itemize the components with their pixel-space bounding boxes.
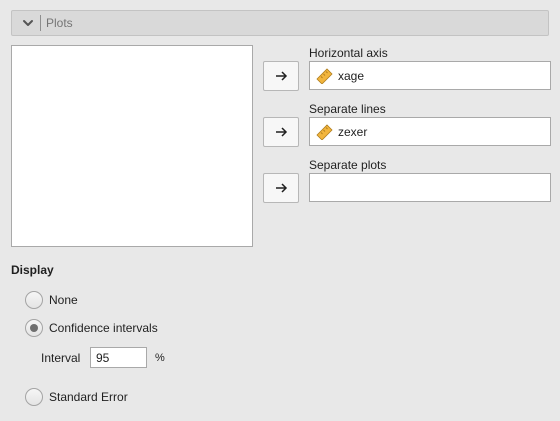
- horizontal-axis-box[interactable]: xage: [309, 61, 551, 90]
- header-divider: [40, 15, 41, 31]
- horizontal-axis-variable[interactable]: xage: [338, 69, 364, 83]
- move-to-horizontal-axis-button[interactable]: [263, 61, 299, 91]
- plots-section-header[interactable]: Plots: [11, 10, 549, 36]
- ruler-scale-icon: [316, 124, 333, 140]
- chevron-down-icon[interactable]: [21, 16, 35, 30]
- ruler-scale-icon: [316, 68, 333, 84]
- interval-input[interactable]: [90, 347, 147, 368]
- move-to-separate-plots-button[interactable]: [263, 173, 299, 203]
- horizontal-axis-label: Horizontal axis: [309, 46, 388, 60]
- interval-label: Interval: [41, 351, 81, 365]
- arrow-right-icon: [276, 183, 288, 193]
- radio-button[interactable]: [25, 291, 43, 309]
- radio-button-selected[interactable]: [25, 319, 43, 337]
- source-variables-list[interactable]: [11, 45, 253, 247]
- standard-error-option-label: Standard Error: [49, 390, 128, 404]
- separate-lines-label: Separate lines: [309, 102, 386, 116]
- separate-plots-label: Separate plots: [309, 158, 387, 172]
- display-heading: Display: [11, 263, 54, 277]
- arrow-right-icon: [276, 71, 288, 81]
- confidence-intervals-option-label: Confidence intervals: [49, 321, 158, 335]
- section-title: Plots: [46, 16, 73, 30]
- separate-lines-box[interactable]: zexer: [309, 117, 551, 146]
- radio-button[interactable]: [25, 388, 43, 406]
- interval-percent-suffix: %: [155, 352, 165, 364]
- arrow-right-icon: [276, 127, 288, 137]
- none-option-label: None: [49, 293, 78, 307]
- separate-lines-variable[interactable]: zexer: [338, 125, 367, 139]
- move-to-separate-lines-button[interactable]: [263, 117, 299, 147]
- radio-selected-dot: [30, 324, 38, 332]
- separate-plots-box[interactable]: [309, 173, 551, 202]
